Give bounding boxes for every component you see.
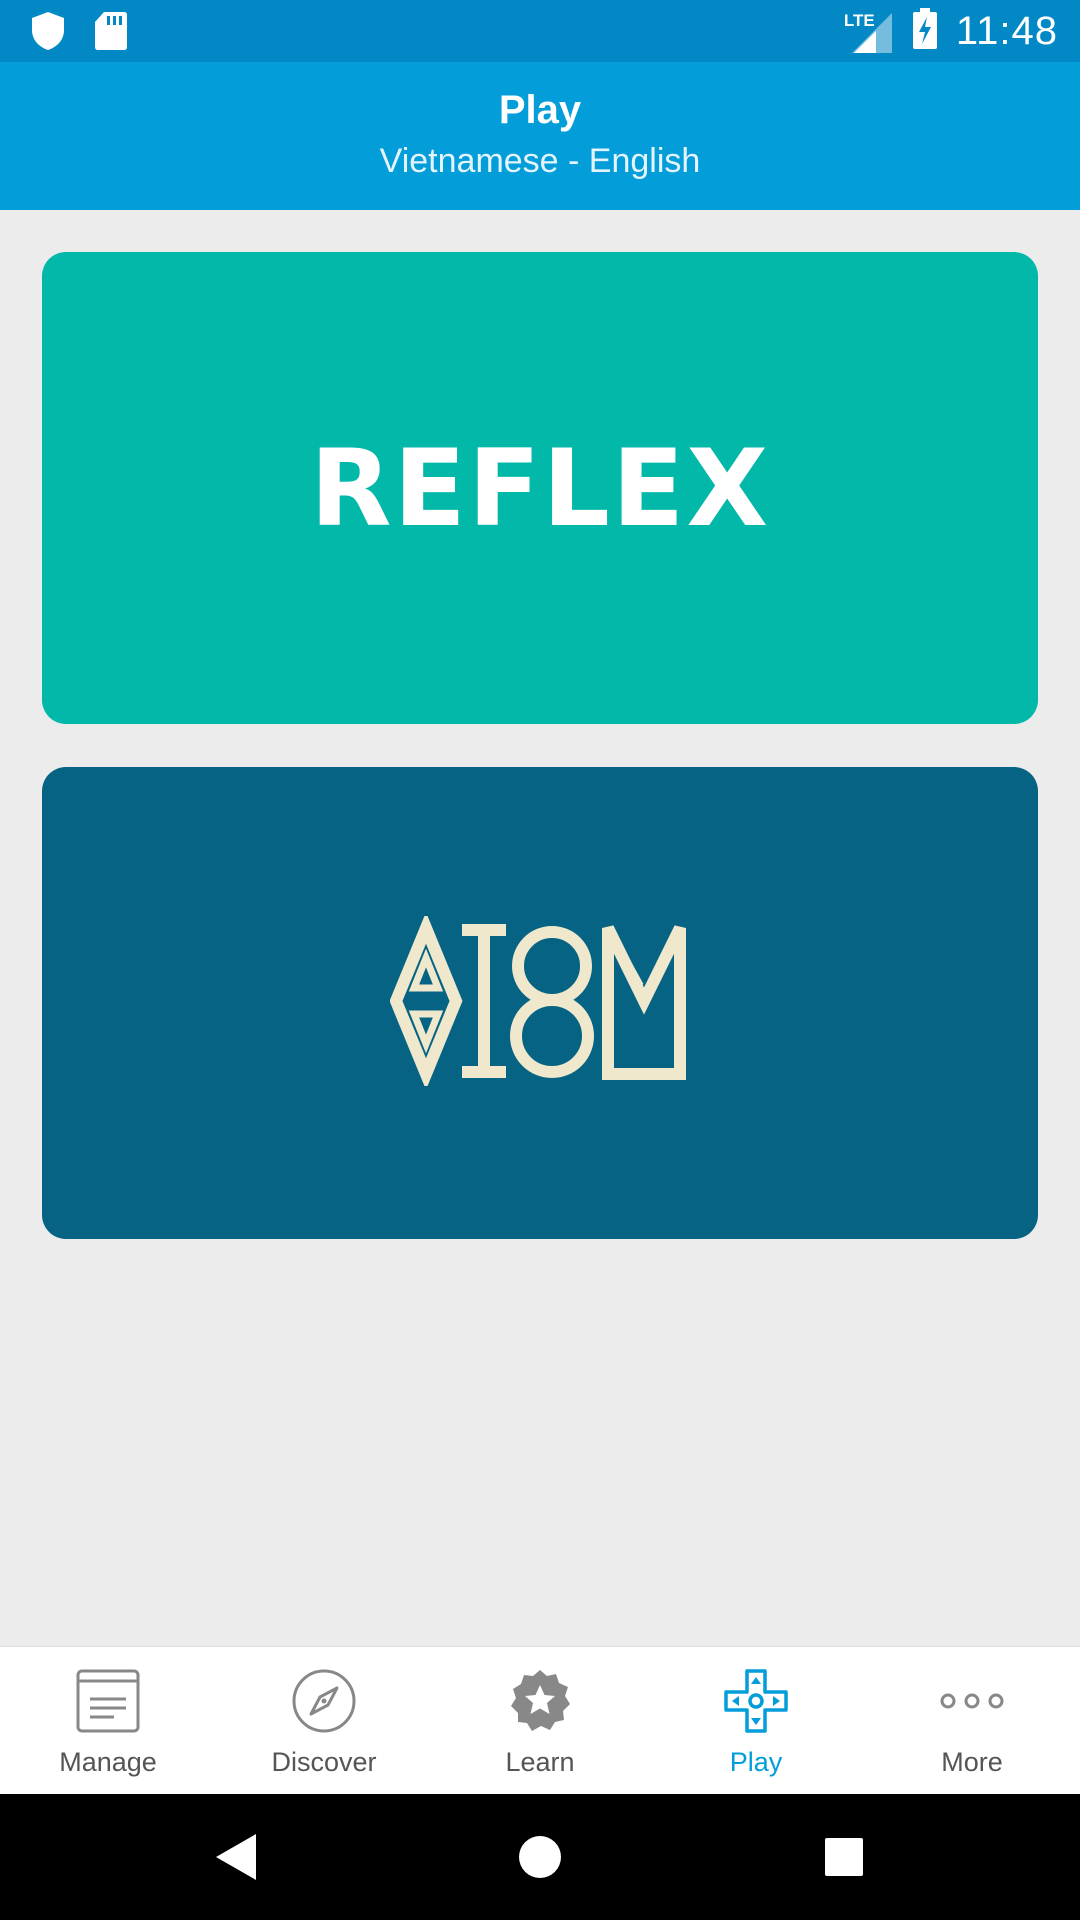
sd-card-icon [94, 11, 128, 56]
status-time: 11:48 [955, 9, 1058, 53]
back-icon[interactable] [166, 1794, 306, 1920]
bottom-navigation: Manage Discover Learn Play More [0, 1646, 1080, 1795]
signal-icon: LTE [844, 9, 894, 55]
language-pair-subtitle: Vietnamese - English [379, 142, 701, 180]
badge-star-icon [507, 1667, 573, 1735]
compass-icon [291, 1667, 357, 1735]
more-icon [939, 1667, 1005, 1735]
reflex-title: REFLEX [309, 426, 771, 550]
nav-item-manage[interactable]: Manage [0, 1647, 216, 1795]
app-bar: Play Vietnamese - English [0, 62, 1080, 210]
atom-game-card[interactable] [42, 767, 1038, 1239]
battery-charging-icon [912, 8, 938, 55]
system-navigation-bar [0, 1794, 1080, 1920]
nav-item-play[interactable]: Play [648, 1647, 864, 1795]
nav-label-learn: Learn [505, 1747, 575, 1777]
gamepad-icon [723, 1667, 789, 1735]
shield-icon [30, 11, 66, 56]
document-icon [76, 1667, 140, 1735]
status-bar: LTE 11:48 [0, 0, 1080, 62]
nav-label-discover: Discover [271, 1747, 377, 1777]
home-icon[interactable] [470, 1794, 610, 1920]
nav-item-discover[interactable]: Discover [216, 1647, 432, 1795]
page-title: Play [498, 88, 582, 132]
network-type-label: LTE [843, 10, 875, 30]
nav-label-play: Play [729, 1747, 783, 1777]
recents-icon[interactable] [774, 1794, 914, 1920]
nav-label-manage: Manage [59, 1747, 157, 1777]
nav-label-more: More [941, 1747, 1003, 1777]
nav-item-learn[interactable]: Learn [432, 1647, 648, 1795]
nav-item-more[interactable]: More [864, 1647, 1080, 1795]
reflex-game-card[interactable]: REFLEX [42, 252, 1038, 724]
atom-logo-icon [389, 911, 690, 1091]
